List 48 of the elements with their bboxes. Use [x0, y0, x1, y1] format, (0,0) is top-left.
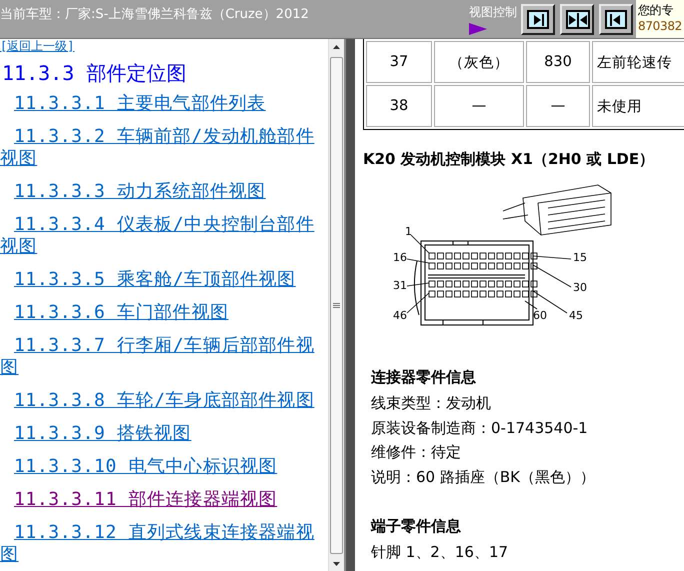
section-link[interactable]: 11.3.3.8 车轮/车身底部部件视图: [0, 390, 326, 412]
car-model-title: 当前车型：厂家:S-上海雪佛兰科鲁兹（Cruze）2012: [0, 6, 310, 23]
info-line: 说明：60 路插座（BK（黑色））: [371, 466, 596, 488]
section-title: 连接器零件信息: [371, 368, 477, 387]
info-line: 针脚 1、2、16、17: [371, 542, 510, 563]
section-heading: 11.3.3 部件定位图: [2, 60, 188, 87]
section-link[interactable]: 11.3.3.9 搭铁视图: [0, 423, 326, 445]
section-title: 端子零件信息: [371, 517, 462, 536]
section-link[interactable]: 11.3.3.2 车辆前部/发动机舱部件视图: [0, 126, 326, 170]
table-cell: （灰色）: [434, 41, 524, 83]
user-panel-number: 870382: [638, 18, 684, 34]
info-line: 线束类型：发动机: [371, 393, 492, 414]
triangle-icon: [469, 23, 487, 35]
back-link[interactable]: [返回上一级]: [0, 39, 328, 54]
table-cell: —: [526, 85, 590, 127]
pin-label: 45: [569, 309, 583, 322]
pin-label: 46: [393, 309, 407, 322]
table-cell: 38: [366, 85, 432, 127]
scrollbar-thumb[interactable]: [330, 57, 343, 554]
table-cell: 37: [366, 41, 432, 83]
pin-label: 16: [393, 251, 407, 264]
section-link[interactable]: 11.3.3.3 动力系统部件视图: [0, 181, 326, 203]
view-control-label: 视图控制: [469, 4, 517, 21]
connector-heading: K20 发动机控制模块 X1（2H0 或 LDE）: [363, 150, 656, 169]
table-cell: 左前轮速传: [592, 41, 684, 83]
table-cell: —: [434, 85, 524, 127]
table-cell: 未使用: [592, 85, 684, 127]
section-link[interactable]: 11.3.3.11 部件连接器端视图: [0, 489, 326, 511]
section-link[interactable]: 11.3.3.12 直列式线束连接器端视图: [0, 522, 326, 566]
info-line: 维修件：待定: [371, 442, 462, 463]
view-button[interactable]: [521, 4, 555, 35]
info-line: 原装设备制造商：0-1743540-1: [371, 418, 589, 438]
section-link[interactable]: 11.3.3.6 车门部件视图: [0, 302, 326, 324]
pin-label: 30: [573, 281, 587, 294]
view-button[interactable]: [599, 4, 633, 35]
pin-label: 1: [405, 225, 412, 238]
section-link[interactable]: 11.3.3.5 乘客舱/车顶部件视图: [0, 269, 326, 291]
section-link[interactable]: 11.3.3.7 行李厢/车辆后部部件视图: [0, 335, 326, 379]
section-link[interactable]: 11.3.3.4 仪表板/中央控制台部件视图: [0, 214, 326, 258]
view-button[interactable]: [560, 4, 594, 35]
pin-label: 31: [393, 279, 407, 292]
user-panel-text: 您的专: [638, 2, 674, 18]
pin-label: 15: [573, 251, 587, 264]
arrows-inward-icon: [568, 12, 588, 28]
table-cell: 830: [526, 41, 590, 83]
pin-label: 60: [533, 309, 547, 322]
section-link[interactable]: 11.3.3.10 电气中心标识视图: [0, 456, 326, 478]
section-link[interactable]: 11.3.3.1 主要电气部件列表: [0, 93, 326, 115]
